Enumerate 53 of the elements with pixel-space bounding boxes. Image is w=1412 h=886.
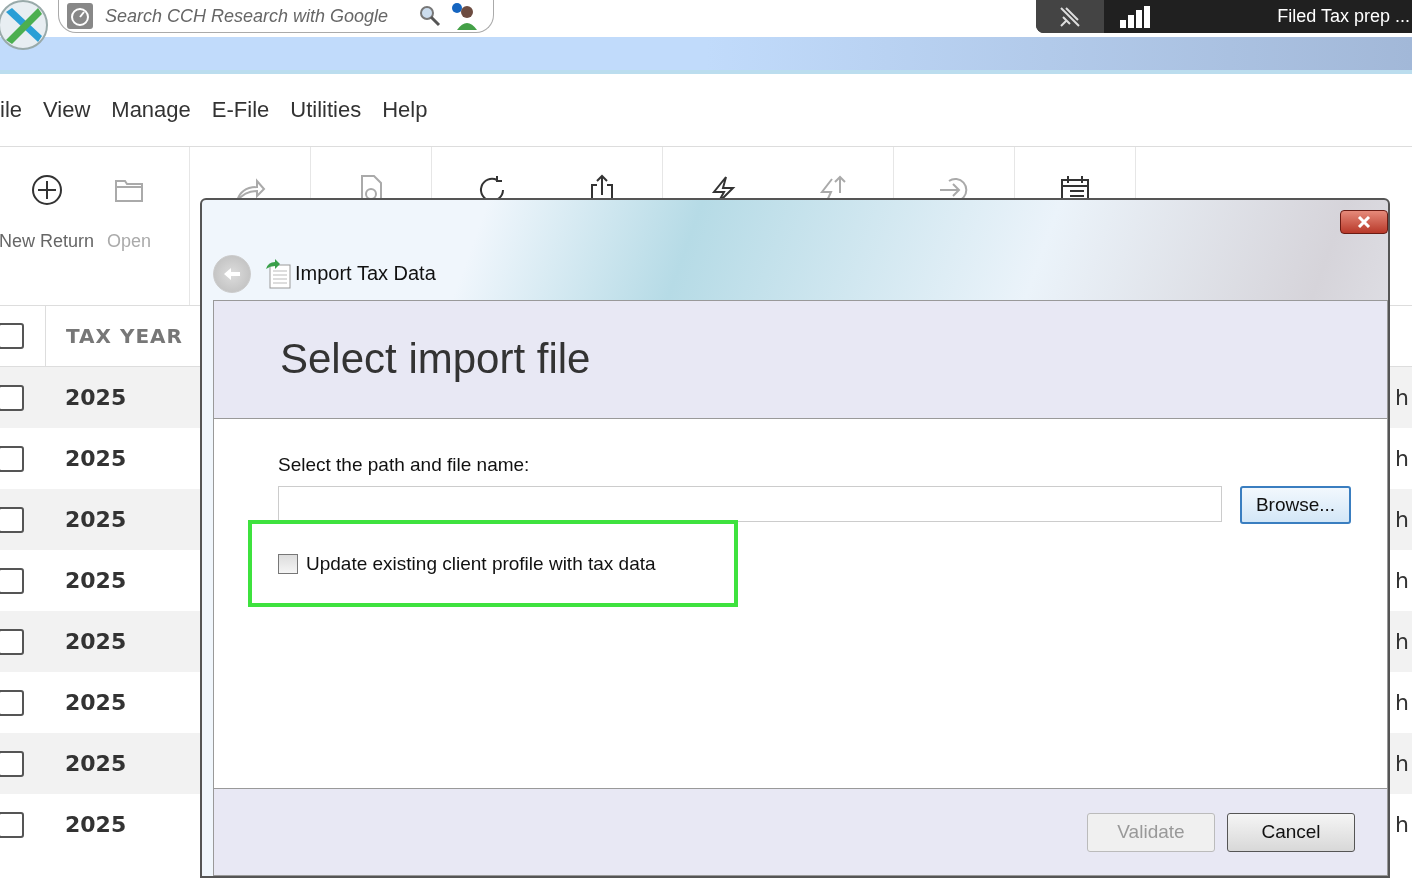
checkbox-label[interactable]: Update existing client profile with tax data — [306, 552, 656, 575]
search-icon[interactable] — [419, 5, 441, 27]
table-cell: h — [1395, 812, 1409, 837]
plus-circle-icon[interactable] — [29, 173, 64, 207]
checkbox[interactable] — [0, 323, 24, 349]
table-cell: 2025 — [65, 446, 127, 471]
back-arrow-icon — [222, 265, 242, 282]
menu-item[interactable]: Utilities — [290, 97, 362, 123]
column-header[interactable]: TAX YEAR — [46, 324, 183, 348]
checkbox[interactable] — [0, 750, 24, 777]
checkbox[interactable] — [0, 689, 24, 716]
dialog-title: Import Tax Data — [295, 262, 436, 286]
checkbox[interactable] — [0, 628, 24, 655]
field-label: Select the path and file name: — [278, 454, 531, 477]
menu-item[interactable]: ile — [0, 97, 22, 123]
table-cell: 2025 — [65, 751, 127, 776]
menu-item[interactable]: Manage — [111, 97, 191, 123]
table-cell: 2025 — [65, 629, 127, 654]
file-path-field[interactable] — [278, 486, 1222, 523]
search-field[interactable]: Search CCH Research with Google — [58, 0, 494, 33]
table-cell: h — [1395, 568, 1409, 593]
dialog-heading: Select import file — [280, 335, 591, 384]
unpin-icon[interactable] — [1058, 4, 1082, 29]
toolbar-button[interactable]: New Return — [0, 229, 101, 254]
menu-item[interactable]: Help — [382, 97, 428, 123]
checkbox[interactable] — [0, 445, 24, 472]
document-icon — [265, 258, 291, 289]
checkbox[interactable] — [0, 811, 24, 838]
table-cell: 2025 — [65, 568, 127, 593]
table-cell: 2025 — [65, 507, 127, 532]
checkbox[interactable] — [278, 553, 298, 574]
menu-item[interactable]: View — [43, 97, 91, 123]
table-cell: h — [1395, 629, 1409, 654]
close-icon — [1356, 216, 1372, 228]
gauge-icon — [67, 3, 93, 29]
checkbox[interactable] — [0, 567, 24, 594]
person-icon[interactable] — [451, 2, 479, 30]
checkbox[interactable] — [0, 384, 24, 411]
browse-button[interactable]: Browse... — [1240, 486, 1351, 525]
checkbox[interactable] — [0, 506, 24, 533]
table-cell: h — [1395, 385, 1409, 410]
table-cell: 2025 — [65, 812, 127, 837]
menu-item[interactable]: E-File — [211, 97, 270, 123]
signal-icon — [1120, 5, 1152, 28]
table-cell: 2025 — [65, 385, 127, 410]
table-cell: 2025 — [65, 690, 127, 715]
window-title: Filed Tax prep ... — [1277, 6, 1411, 27]
table-cell: h — [1395, 507, 1409, 532]
table-cell: h — [1395, 690, 1409, 715]
table-cell: h — [1395, 446, 1409, 471]
close-button[interactable] — [1340, 210, 1388, 234]
table-cell: h — [1395, 751, 1409, 776]
dialog-button[interactable]: Cancel — [1227, 812, 1355, 852]
